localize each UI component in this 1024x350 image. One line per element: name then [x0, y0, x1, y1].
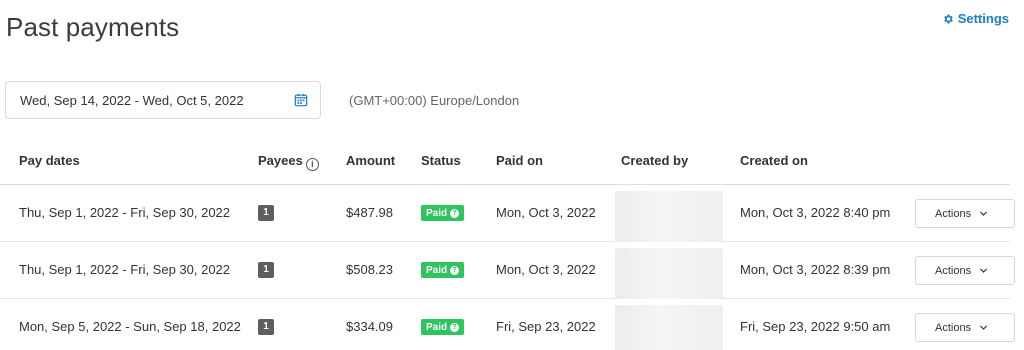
settings-link[interactable]: Settings — [942, 11, 1009, 26]
payee-count-badge: 1 — [258, 319, 274, 335]
created-on-cell: Fri, Sep 23, 2022 9:50 am — [740, 319, 891, 334]
column-header-status[interactable]: Status — [421, 153, 461, 168]
pay-dates-cell: Mon, Sep 5, 2022 - Sun, Sep 18, 2022 — [19, 319, 241, 334]
amount-cell: $487.98 — [346, 205, 393, 220]
column-header-created-on[interactable]: Created on — [740, 153, 808, 168]
pay-dates-cell: Thu, Sep 1, 2022 - Fri, Sep 30, 2022 — [19, 205, 231, 220]
chevron-down-icon — [980, 211, 988, 216]
info-icon[interactable]: i — [305, 158, 319, 171]
column-header-payees[interactable]: Payees i — [258, 153, 319, 171]
created-on-cell: Mon, Oct 3, 2022 8:39 pm — [740, 262, 891, 277]
column-header-payees-label: Payees — [258, 153, 303, 168]
actions-label: Actions — [935, 321, 972, 334]
column-header-created-by[interactable]: Created by — [621, 153, 688, 168]
status-badge: Paid ? — [421, 319, 465, 335]
actions-dropdown-button[interactable]: Actions — [915, 199, 1015, 228]
table-body: Thu, Sep 1, 2022 - Fri, Sep 30, 2022 1 $… — [0, 185, 1015, 350]
table-row[interactable]: Thu, Sep 1, 2022 - Fri, Sep 30, 2022 1 $… — [0, 185, 1015, 242]
amount-cell: $508.23 — [346, 262, 393, 277]
actions-dropdown-button[interactable]: Actions — [915, 313, 1015, 342]
gear-icon — [943, 14, 953, 23]
paid-on-cell: Mon, Oct 3, 2022 — [496, 262, 596, 277]
question-icon[interactable]: ? — [450, 208, 460, 218]
column-header-paid-on[interactable]: Paid on — [496, 153, 543, 168]
payee-count-badge: 1 — [258, 205, 274, 221]
status-label: Paid — [426, 207, 448, 219]
page-title: Past payments — [6, 12, 180, 42]
chevron-down-icon — [980, 325, 988, 330]
created-by-redacted — [615, 191, 723, 242]
created-by-redacted — [615, 305, 723, 350]
actions-dropdown-button[interactable]: Actions — [915, 256, 1015, 285]
paid-on-cell: Fri, Sep 23, 2022 — [496, 319, 596, 334]
date-range-picker[interactable]: Wed, Sep 14, 2022 - Wed, Oct 5, 2022 — [5, 81, 321, 119]
payee-count-badge: 1 — [258, 262, 274, 278]
amount-cell: $334.09 — [346, 319, 393, 334]
status-badge: Paid ? — [421, 205, 465, 221]
table-row[interactable]: Mon, Sep 5, 2022 - Sun, Sep 18, 2022 1 $… — [0, 299, 1015, 350]
settings-label: Settings — [957, 11, 1009, 26]
column-header-amount[interactable]: Amount — [346, 153, 395, 168]
timezone-label: (GMT+00:00) Europe/London — [349, 93, 520, 108]
actions-label: Actions — [935, 264, 972, 277]
pay-dates-cell: Thu, Sep 1, 2022 - Fri, Sep 30, 2022 — [19, 262, 231, 277]
table-row[interactable]: Thu, Sep 1, 2022 - Fri, Sep 30, 2022 1 $… — [0, 242, 1015, 299]
question-icon[interactable]: ? — [450, 322, 460, 332]
actions-label: Actions — [935, 207, 972, 220]
created-on-cell: Mon, Oct 3, 2022 8:40 pm — [740, 205, 891, 220]
status-label: Paid — [426, 321, 448, 333]
chevron-down-icon — [980, 268, 988, 273]
paid-on-cell: Mon, Oct 3, 2022 — [496, 205, 596, 220]
column-header-pay-dates[interactable]: Pay dates — [19, 153, 80, 168]
payments-table: Pay dates Payees i Amount Status Paid on … — [0, 135, 1015, 350]
question-icon[interactable]: ? — [450, 265, 460, 275]
status-badge: Paid ? — [421, 262, 465, 278]
calendar-icon — [294, 93, 308, 107]
table-header: Pay dates Payees i Amount Status Paid on … — [0, 135, 1010, 185]
created-by-redacted — [615, 248, 723, 299]
status-label: Paid — [426, 264, 448, 276]
date-range-value: Wed, Sep 14, 2022 - Wed, Oct 5, 2022 — [20, 92, 244, 108]
